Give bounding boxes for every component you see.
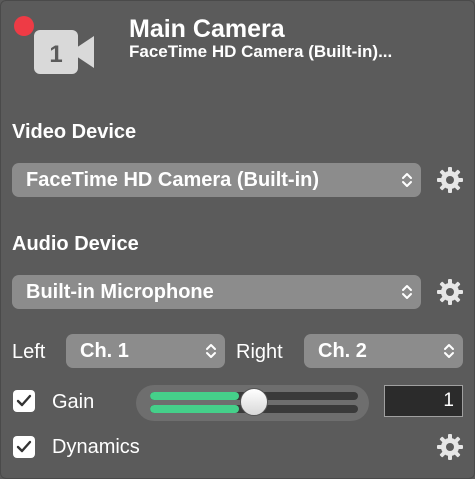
- left-channel-label: Left: [12, 341, 46, 363]
- camera-source-panel: 1 Main Camera FaceTime HD Camera (Built-…: [0, 0, 475, 479]
- video-device-value: FaceTime HD Camera (Built-in): [26, 169, 320, 191]
- audio-settings-gear-icon[interactable]: [436, 278, 464, 306]
- updown-chevron-icon: [206, 344, 216, 358]
- checkmark-icon: [16, 394, 32, 407]
- right-channel-label: Right: [236, 341, 283, 363]
- dynamics-label: Dynamics: [52, 436, 140, 458]
- dynamics-checkbox[interactable]: [13, 436, 35, 458]
- camera-icon: 1: [34, 30, 96, 81]
- gain-slider[interactable]: [136, 385, 369, 421]
- video-device-label: Video Device: [12, 121, 137, 143]
- right-channel-value: Ch. 2: [318, 340, 367, 362]
- left-channel-select[interactable]: Ch. 1: [66, 334, 225, 368]
- gain-value-field[interactable]: 1: [384, 385, 463, 417]
- left-channel-value: Ch. 1: [80, 340, 129, 362]
- audio-device-label: Audio Device: [12, 233, 139, 255]
- updown-chevron-icon: [444, 344, 454, 358]
- dynamics-settings-gear-icon[interactable]: [436, 433, 464, 461]
- checkmark-icon: [16, 440, 32, 453]
- audio-device-select[interactable]: Built-in Microphone: [12, 275, 421, 309]
- video-settings-gear-icon[interactable]: [436, 166, 464, 194]
- camera-number: 1: [49, 41, 62, 68]
- audio-device-value: Built-in Microphone: [26, 281, 214, 303]
- source-subtitle: FaceTime HD Camera (Built-in)...: [129, 42, 393, 61]
- video-device-select[interactable]: FaceTime HD Camera (Built-in): [12, 163, 421, 197]
- updown-chevron-icon: [402, 285, 412, 299]
- updown-chevron-icon: [402, 173, 412, 187]
- gain-checkbox[interactable]: [13, 390, 35, 412]
- source-title: Main Camera: [129, 15, 285, 43]
- gain-label: Gain: [52, 391, 95, 413]
- right-channel-select[interactable]: Ch. 2: [304, 334, 463, 368]
- record-dot-icon: [14, 16, 34, 36]
- gain-slider-thumb[interactable]: [240, 388, 268, 416]
